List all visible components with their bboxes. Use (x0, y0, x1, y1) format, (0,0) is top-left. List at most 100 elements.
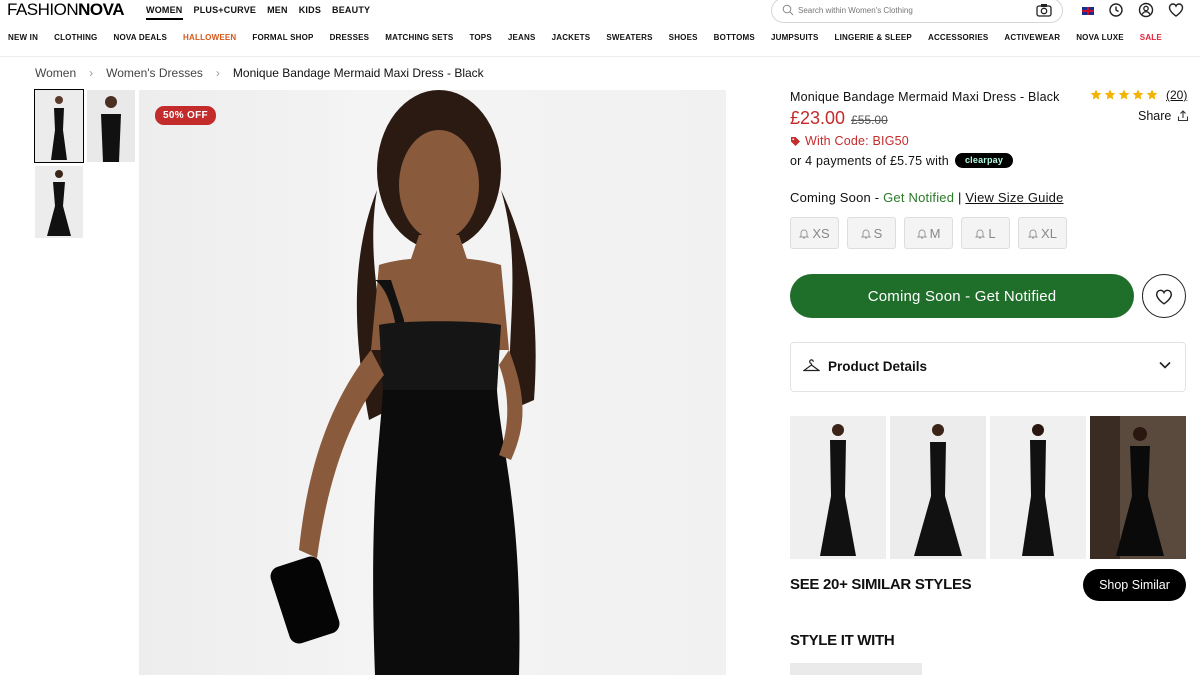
cat-sale[interactable]: SALE (1140, 33, 1162, 43)
similar-style-4[interactable] (1090, 416, 1186, 559)
cat-jackets[interactable]: JACKETS (552, 33, 591, 43)
rating[interactable]: (20) (1090, 88, 1187, 102)
review-count-link[interactable]: (20) (1166, 88, 1187, 102)
cat-lingerie-sleep[interactable]: LINGERIE & SLEEP (835, 33, 912, 43)
main-product-image[interactable] (139, 90, 726, 675)
style-it-with-item[interactable] (790, 663, 922, 675)
heart-icon (1155, 289, 1173, 305)
promo-code-text: With Code: BIG50 (805, 134, 909, 148)
cat-shoes[interactable]: SHOES (669, 33, 698, 43)
bell-icon (860, 229, 871, 238)
uk-flag-icon[interactable] (1082, 7, 1094, 15)
product-details-label: Product Details (828, 359, 928, 374)
installments: or 4 payments of £5.75 with clearpay (790, 153, 1014, 168)
site-logo[interactable]: FASHIONNOVA (7, 1, 124, 19)
size-guide-link[interactable]: View Size Guide (965, 190, 1063, 205)
shop-similar-button[interactable]: Shop Similar (1083, 569, 1186, 601)
search-input[interactable] (798, 3, 1028, 17)
share-button[interactable]: Share (1138, 109, 1189, 123)
size-option-m[interactable]: M (904, 217, 953, 249)
cat-accessories[interactable]: ACCESSORIES (928, 33, 988, 43)
cat-matching-sets[interactable]: MATCHING SETS (385, 33, 453, 43)
product-details-accordion[interactable]: Product Details (790, 342, 1186, 392)
cat-bottoms[interactable]: BOTTOMS (714, 33, 755, 43)
hanger-icon (803, 359, 820, 372)
clearpay-logo[interactable]: clearpay (954, 153, 1014, 168)
cat-halloween[interactable]: HALLOWEEN (183, 33, 236, 43)
share-icon (1178, 110, 1189, 122)
top-nav-beauty[interactable]: BEAUTY (332, 5, 370, 20)
similar-image (1090, 416, 1186, 559)
cat-jeans[interactable]: JEANS (508, 33, 536, 43)
share-label: Share (1138, 109, 1172, 123)
wishlist-heart-icon[interactable] (1168, 2, 1184, 18)
camera-search-icon[interactable] (1036, 3, 1052, 17)
bell-icon (1028, 229, 1039, 238)
size-option-xl[interactable]: XL (1018, 217, 1067, 249)
sale-price: £23.00 (790, 108, 846, 128)
thumb-image (35, 166, 83, 238)
similar-style-3[interactable] (990, 416, 1086, 559)
tag-icon (791, 136, 800, 146)
cat-dresses[interactable]: DRESSES (330, 33, 370, 43)
size-label: S (873, 225, 883, 241)
cat-jumpsuits[interactable]: JUMPSUITS (771, 33, 819, 43)
top-nav-men[interactable]: MEN (267, 5, 288, 20)
logo-text-nova: NOVA (78, 0, 124, 19)
size-label: XL (1041, 225, 1057, 241)
size-option-xs[interactable]: XS (790, 217, 839, 249)
star-icon (1118, 89, 1130, 100)
original-price: £55.00 (851, 113, 888, 127)
top-nav-plus-curve[interactable]: PLUS+CURVE (194, 5, 257, 20)
header-divider (0, 56, 1200, 57)
gallery-thumb-1[interactable] (34, 89, 84, 163)
similar-image (890, 416, 986, 559)
breadcrumb-womens-dresses[interactable]: Women's Dresses (106, 66, 203, 80)
thumb-image (35, 90, 83, 162)
thumb-image (87, 90, 135, 162)
similar-style-1[interactable] (790, 416, 886, 559)
discount-badge: 50% OFF (155, 106, 216, 125)
size-selector: XS S M L XL (790, 217, 1067, 249)
cat-new-in[interactable]: NEW IN (8, 33, 38, 43)
availability-status: Coming Soon (790, 190, 871, 205)
category-nav: NEW IN CLOTHING NOVA DEALS HALLOWEEN FOR… (8, 33, 1162, 43)
breadcrumb: Women › Women's Dresses › Monique Bandag… (35, 66, 484, 80)
similar-image (790, 416, 886, 559)
cat-tops[interactable]: TOPS (469, 33, 491, 43)
star-icon (1104, 89, 1116, 100)
account-icon[interactable] (1138, 2, 1154, 18)
size-option-l[interactable]: L (961, 217, 1010, 249)
cat-sweaters[interactable]: SWEATERS (606, 33, 652, 43)
search-bar[interactable] (771, 0, 1063, 23)
logo-text-fashion: FASHION (7, 0, 79, 19)
similar-image (990, 416, 1086, 559)
header-icons (1082, 2, 1184, 18)
gallery-thumb-3[interactable] (35, 166, 83, 238)
similar-styles-grid (790, 416, 1186, 559)
size-label: M (929, 225, 941, 241)
promo-code: With Code: BIG50 (790, 134, 909, 148)
gallery-thumb-2[interactable] (87, 90, 135, 162)
add-to-wishlist-button[interactable] (1142, 274, 1186, 318)
similar-style-2[interactable] (890, 416, 986, 559)
cat-nova-luxe[interactable]: NOVA LUXE (1076, 33, 1124, 43)
style-it-with-heading: STYLE IT WITH (790, 632, 895, 649)
size-option-s[interactable]: S (847, 217, 896, 249)
get-notified-button[interactable]: Coming Soon - Get Notified (790, 274, 1134, 318)
cat-clothing[interactable]: CLOTHING (54, 33, 97, 43)
product-title: Monique Bandage Mermaid Maxi Dress - Bla… (790, 90, 1060, 104)
availability-separator: | (954, 190, 966, 205)
top-nav-kids[interactable]: KIDS (299, 5, 321, 20)
search-icon (782, 4, 794, 16)
get-notified-link[interactable]: Get Notified (883, 190, 954, 205)
history-icon[interactable] (1108, 2, 1124, 18)
top-nav-women[interactable]: WOMEN (146, 5, 183, 20)
breadcrumb-women[interactable]: Women (35, 66, 76, 80)
size-label: L (988, 225, 996, 241)
cat-formal-shop[interactable]: FORMAL SHOP (252, 33, 313, 43)
cat-nova-deals[interactable]: NOVA DEALS (113, 33, 167, 43)
cat-activewear[interactable]: ACTIVEWEAR (1004, 33, 1060, 43)
bell-icon (799, 229, 810, 238)
chevron-right-icon: › (215, 66, 220, 80)
